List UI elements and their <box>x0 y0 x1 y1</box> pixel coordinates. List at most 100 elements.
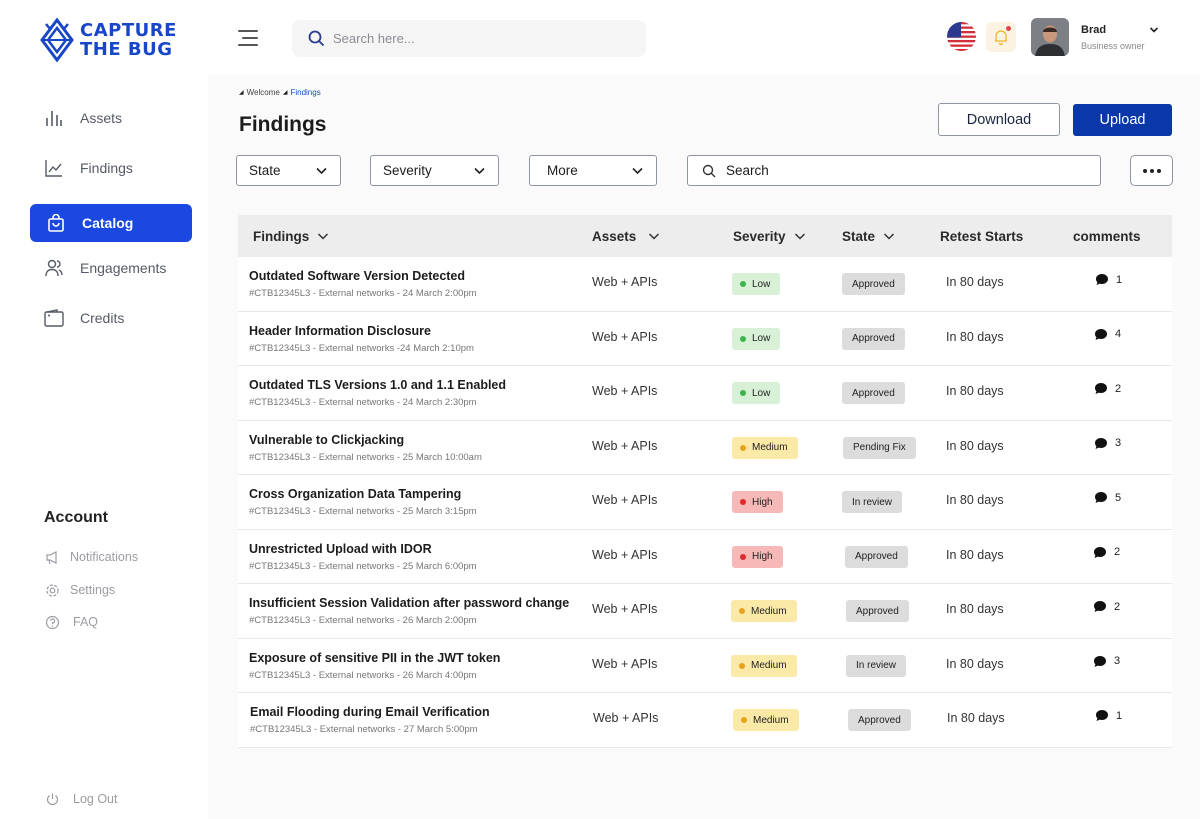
sidebar-item-assets[interactable]: Assets <box>30 99 192 137</box>
logo[interactable]: CAPTURE THE BUG <box>40 18 177 62</box>
more-options-button[interactable] <box>1130 155 1173 186</box>
comments-cell[interactable]: 2 <box>1093 600 1120 613</box>
table-row[interactable]: Outdated TLS Versions 1.0 and 1.1 Enable… <box>238 366 1172 421</box>
ellipsis-icon <box>1156 168 1161 173</box>
findings-search-input[interactable] <box>726 163 1066 178</box>
finding-meta: #CTB12345L3 - External networks - 25 Mar… <box>249 451 482 463</box>
comment-bubble-icon <box>1096 274 1108 285</box>
table-row[interactable]: Cross Organization Data Tampering #CTB12… <box>238 475 1172 530</box>
comments-cell[interactable]: 3 <box>1093 655 1120 668</box>
users-icon <box>44 258 64 278</box>
severity-dot-icon <box>740 390 746 396</box>
breadcrumb-item-welcome[interactable]: Welcome <box>247 88 280 97</box>
table-row[interactable]: Insufficient Session Validation after pa… <box>238 584 1172 639</box>
account-item-notifications[interactable]: Notifications <box>44 549 138 565</box>
finding-title[interactable]: Insufficient Session Validation after pa… <box>249 596 569 610</box>
finding-asset: Web + APIs <box>592 275 658 289</box>
column-header-severity[interactable]: Severity <box>733 215 806 257</box>
upload-button[interactable]: Upload <box>1073 104 1172 136</box>
table-row[interactable]: Header Information Disclosure #CTB12345L… <box>238 311 1172 366</box>
sidebar-item-findings[interactable]: Findings <box>30 149 192 187</box>
finding-title[interactable]: Unrestricted Upload with IDOR <box>249 542 432 556</box>
chevron-down-icon[interactable] <box>1148 24 1160 36</box>
finding-title[interactable]: Cross Organization Data Tampering <box>249 487 461 501</box>
retest-value: In 80 days <box>946 547 1004 562</box>
state-badge: In review <box>842 491 903 513</box>
column-header-comments[interactable]: comments <box>1073 215 1141 257</box>
comments-cell[interactable]: 2 <box>1093 546 1120 559</box>
severity-badge: Medium <box>731 600 797 622</box>
language-flag-button[interactable] <box>947 22 976 51</box>
table-row[interactable]: Email Flooding during Email Verification… <box>238 693 1172 748</box>
table-row[interactable]: Unrestricted Upload with IDOR #CTB12345L… <box>238 529 1172 584</box>
finding-title[interactable]: Outdated TLS Versions 1.0 and 1.1 Enable… <box>249 378 506 392</box>
breadcrumb-item-findings[interactable]: Findings <box>290 88 320 97</box>
comments-cell[interactable]: 2 <box>1094 382 1121 395</box>
table-row[interactable]: Vulnerable to Clickjacking #CTB12345L3 -… <box>238 420 1172 475</box>
state-filter-dropdown[interactable]: State <box>236 155 341 186</box>
sidebar-item-label: Engagements <box>80 260 167 276</box>
line-chart-icon <box>44 158 64 178</box>
column-header-assets[interactable]: Assets <box>592 215 660 257</box>
severity-badge: Medium <box>731 654 797 677</box>
severity-filter-dropdown[interactable]: Severity <box>370 155 499 186</box>
column-header-retest[interactable]: Retest Starts <box>940 215 1023 257</box>
state-badge: In review <box>846 654 907 677</box>
sidebar-item-catalog[interactable]: Catalog <box>30 204 192 242</box>
finding-asset: Web + APIs <box>592 656 658 671</box>
column-header-state[interactable]: State <box>842 215 895 257</box>
search-icon <box>702 164 716 177</box>
wallet-icon <box>44 308 64 328</box>
finding-title[interactable]: Exposure of sensitive PII in the JWT tok… <box>249 651 500 665</box>
logout-label: Log Out <box>73 792 118 806</box>
account-item-settings[interactable]: Settings <box>44 582 115 598</box>
finding-title[interactable]: Header Information Disclosure <box>249 324 431 338</box>
column-header-label: Severity <box>733 228 786 244</box>
finding-meta: #CTB12345L3 - External networks - 25 Mar… <box>249 506 477 517</box>
account-item-faq[interactable]: FAQ <box>44 614 98 630</box>
state-badge: Approved <box>842 273 905 295</box>
more-filter-dropdown[interactable]: More <box>529 155 657 186</box>
table-row[interactable]: Exposure of sensitive PII in the JWT tok… <box>238 638 1172 693</box>
severity-dot-icon <box>740 444 746 451</box>
notifications-button[interactable] <box>986 22 1016 52</box>
account-title: Account <box>44 509 108 526</box>
top-search-bar <box>292 20 646 57</box>
comments-cell[interactable]: 5 <box>1094 491 1121 504</box>
megaphone-icon <box>44 549 60 565</box>
comment-bubble-icon <box>1096 710 1108 721</box>
column-header-findings[interactable]: Findings <box>253 215 329 257</box>
download-button[interactable]: Download <box>938 103 1060 136</box>
severity-dot-icon <box>740 499 746 505</box>
chevron-down-icon <box>649 233 660 240</box>
finding-meta: #CTB12345L3 - External networks - 24 Mar… <box>249 288 477 299</box>
logout-button[interactable]: Log Out <box>44 791 117 807</box>
top-search-input[interactable] <box>333 31 613 46</box>
notification-dot <box>1006 26 1011 31</box>
comment-bubble-icon <box>1094 601 1106 612</box>
breadcrumb: ◢ Welcome ◢ Findings <box>239 88 321 97</box>
finding-title[interactable]: Email Flooding during Email Verification <box>250 705 490 719</box>
retest-value: In 80 days <box>946 602 1004 616</box>
retest-value: In 80 days <box>946 275 1004 289</box>
comments-cell[interactable]: 4 <box>1094 328 1121 341</box>
retest-value: In 80 days <box>946 656 1004 671</box>
comments-count: 3 <box>1114 655 1121 667</box>
logo-diamond-icon <box>40 18 74 62</box>
sidebar-item-label: Findings <box>80 160 133 176</box>
more-filter-label: More <box>547 163 578 178</box>
menu-toggle-button[interactable] <box>238 27 260 49</box>
chevron-down-icon <box>883 233 895 240</box>
comments-cell[interactable]: 3 <box>1094 437 1121 450</box>
finding-title[interactable]: Vulnerable to Clickjacking <box>249 433 404 447</box>
comments-cell[interactable]: 1 <box>1095 273 1122 286</box>
sidebar-item-credits[interactable]: Credits <box>30 299 192 337</box>
table-row[interactable]: Outdated Software Version Detected #CTB1… <box>238 257 1172 312</box>
severity-label: Medium <box>751 605 787 617</box>
sidebar-item-engagements[interactable]: Engagements <box>30 249 192 287</box>
finding-asset: Web + APIs <box>592 329 658 344</box>
finding-title[interactable]: Outdated Software Version Detected <box>249 269 465 283</box>
avatar[interactable] <box>1031 18 1069 56</box>
comment-bubble-icon <box>1095 437 1107 449</box>
comments-cell[interactable]: 1 <box>1095 709 1122 722</box>
